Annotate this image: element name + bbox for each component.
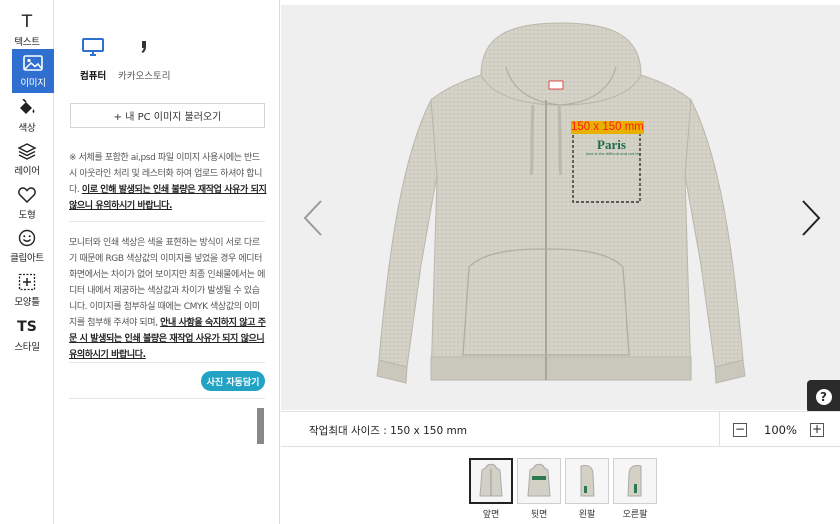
status-bar: 작업최대 사이즈 : 150 x 150 mm − 100% + bbox=[281, 411, 840, 447]
panel-divider bbox=[69, 362, 265, 363]
panel-scrollbar-thumb[interactable] bbox=[257, 408, 264, 444]
tool-sidebar: T 텍스트 이미지 색상 레이어 도형 클립아트 모양틀 TS 스타일 bbox=[0, 0, 54, 524]
view-left-sleeve[interactable] bbox=[565, 458, 609, 504]
editor-main: 150 x 150 mm Paris love is the difficult… bbox=[281, 0, 840, 524]
notice-color-text: 모니터와 인쇄 색상은 색을 표현하는 방식이 서로 다르기 때문에 RGB 색… bbox=[69, 238, 266, 328]
tool-image[interactable]: 이미지 bbox=[12, 49, 54, 93]
next-arrow[interactable] bbox=[799, 198, 823, 238]
view-thumbnails: 앞면 뒷면 왼팔 오른팔 bbox=[281, 457, 840, 524]
view-right-sleeve-label: 오른팔 bbox=[622, 510, 648, 520]
smiley-icon bbox=[16, 228, 38, 248]
load-pc-image-button[interactable]: + 내 PC 이미지 불러오기 bbox=[70, 103, 265, 128]
chevron-right-icon bbox=[802, 200, 821, 236]
tool-layer-label: 레이어 bbox=[14, 166, 40, 177]
image-icon bbox=[22, 53, 44, 73]
panel-divider bbox=[69, 398, 265, 399]
layers-icon bbox=[16, 141, 38, 161]
tool-color[interactable]: 색상 bbox=[0, 94, 54, 138]
kakaostory-icon bbox=[133, 38, 155, 60]
tool-style[interactable]: TS 스타일 bbox=[0, 313, 54, 357]
heart-icon bbox=[16, 185, 38, 205]
hoodie-front-icon bbox=[479, 463, 503, 497]
tool-pattern-label: 모양틀 bbox=[14, 297, 40, 308]
hoodie-left-sleeve-icon bbox=[580, 465, 595, 497]
tool-color-label: 색상 bbox=[18, 123, 36, 134]
image-panel: 컴퓨터 카카오스토리 + 내 PC 이미지 불러오기 ※ 서체를 포함한 ai,… bbox=[55, 0, 280, 524]
chevron-left-icon bbox=[303, 200, 322, 236]
zoom-level: 100% bbox=[764, 423, 797, 437]
notice-vector-warning: 이로 인해 발생되는 인쇄 불량은 재작업 사유가 되지않으니 유의하시기 바랍… bbox=[69, 185, 267, 211]
tool-text-label: 텍스트 bbox=[14, 37, 40, 48]
design-canvas[interactable]: 150 x 150 mm Paris love is the difficult… bbox=[281, 5, 840, 413]
tool-image-label: 이미지 bbox=[20, 78, 46, 89]
frame-plus-icon bbox=[16, 272, 38, 292]
source-computer[interactable]: 컴퓨터 bbox=[80, 38, 106, 82]
source-kakaostory[interactable]: 카카오스토리 bbox=[118, 38, 170, 82]
panel-divider bbox=[69, 221, 265, 222]
tool-clipart[interactable]: 클립아트 bbox=[0, 224, 54, 268]
max-size-text: 작업최대 사이즈 : 150 x 150 mm bbox=[309, 425, 467, 437]
ts-icon: TS bbox=[17, 319, 37, 335]
view-front[interactable] bbox=[469, 458, 513, 504]
source-kakaostory-label: 카카오스토리 bbox=[118, 71, 171, 82]
paint-bucket-icon bbox=[16, 98, 38, 118]
view-back[interactable] bbox=[517, 458, 561, 504]
help-button[interactable]: ? bbox=[807, 380, 840, 413]
monitor-icon bbox=[82, 38, 105, 60]
text-icon: T bbox=[21, 12, 33, 32]
tool-text[interactable]: T 텍스트 bbox=[0, 8, 54, 52]
question-icon: ? bbox=[815, 388, 832, 405]
view-right-sleeve[interactable] bbox=[613, 458, 657, 504]
tool-shape-label: 도형 bbox=[18, 210, 36, 221]
zoom-in-button[interactable]: + bbox=[810, 423, 824, 437]
auto-photo-button[interactable]: 사진 자동담기 bbox=[201, 371, 265, 391]
view-back-label: 뒷면 bbox=[530, 510, 548, 520]
view-front-label: 앞면 bbox=[482, 510, 500, 520]
source-computer-label: 컴퓨터 bbox=[80, 71, 107, 82]
notice-color: 모니터와 인쇄 색상은 색을 표현하는 방식이 서로 다르기 때문에 RGB 색… bbox=[69, 235, 267, 363]
hoodie-back-icon bbox=[527, 463, 551, 497]
notice-vector: ※ 서체를 포함한 ai,psd 파일 이미지 사용시에는 반드시 아웃라인 처… bbox=[69, 150, 267, 214]
tool-pattern[interactable]: 모양틀 bbox=[0, 268, 54, 312]
tool-style-label: 스타일 bbox=[14, 342, 40, 353]
tool-shape[interactable]: 도형 bbox=[0, 181, 54, 225]
hoodie-product-image bbox=[376, 22, 746, 384]
tool-clipart-label: 클립아트 bbox=[10, 253, 44, 264]
zoom-out-button[interactable]: − bbox=[733, 423, 747, 437]
print-size-label: 150 x 150 mm bbox=[571, 121, 644, 133]
design-title[interactable]: Paris bbox=[597, 137, 626, 153]
design-subtitle: love is the difficult and not the bbox=[586, 152, 642, 156]
tool-layer[interactable]: 레이어 bbox=[0, 137, 54, 181]
view-left-sleeve-label: 왼팔 bbox=[578, 510, 596, 520]
zoom-divider bbox=[719, 412, 720, 447]
hoodie-right-sleeve-icon bbox=[627, 465, 642, 497]
prev-arrow[interactable] bbox=[301, 198, 325, 238]
